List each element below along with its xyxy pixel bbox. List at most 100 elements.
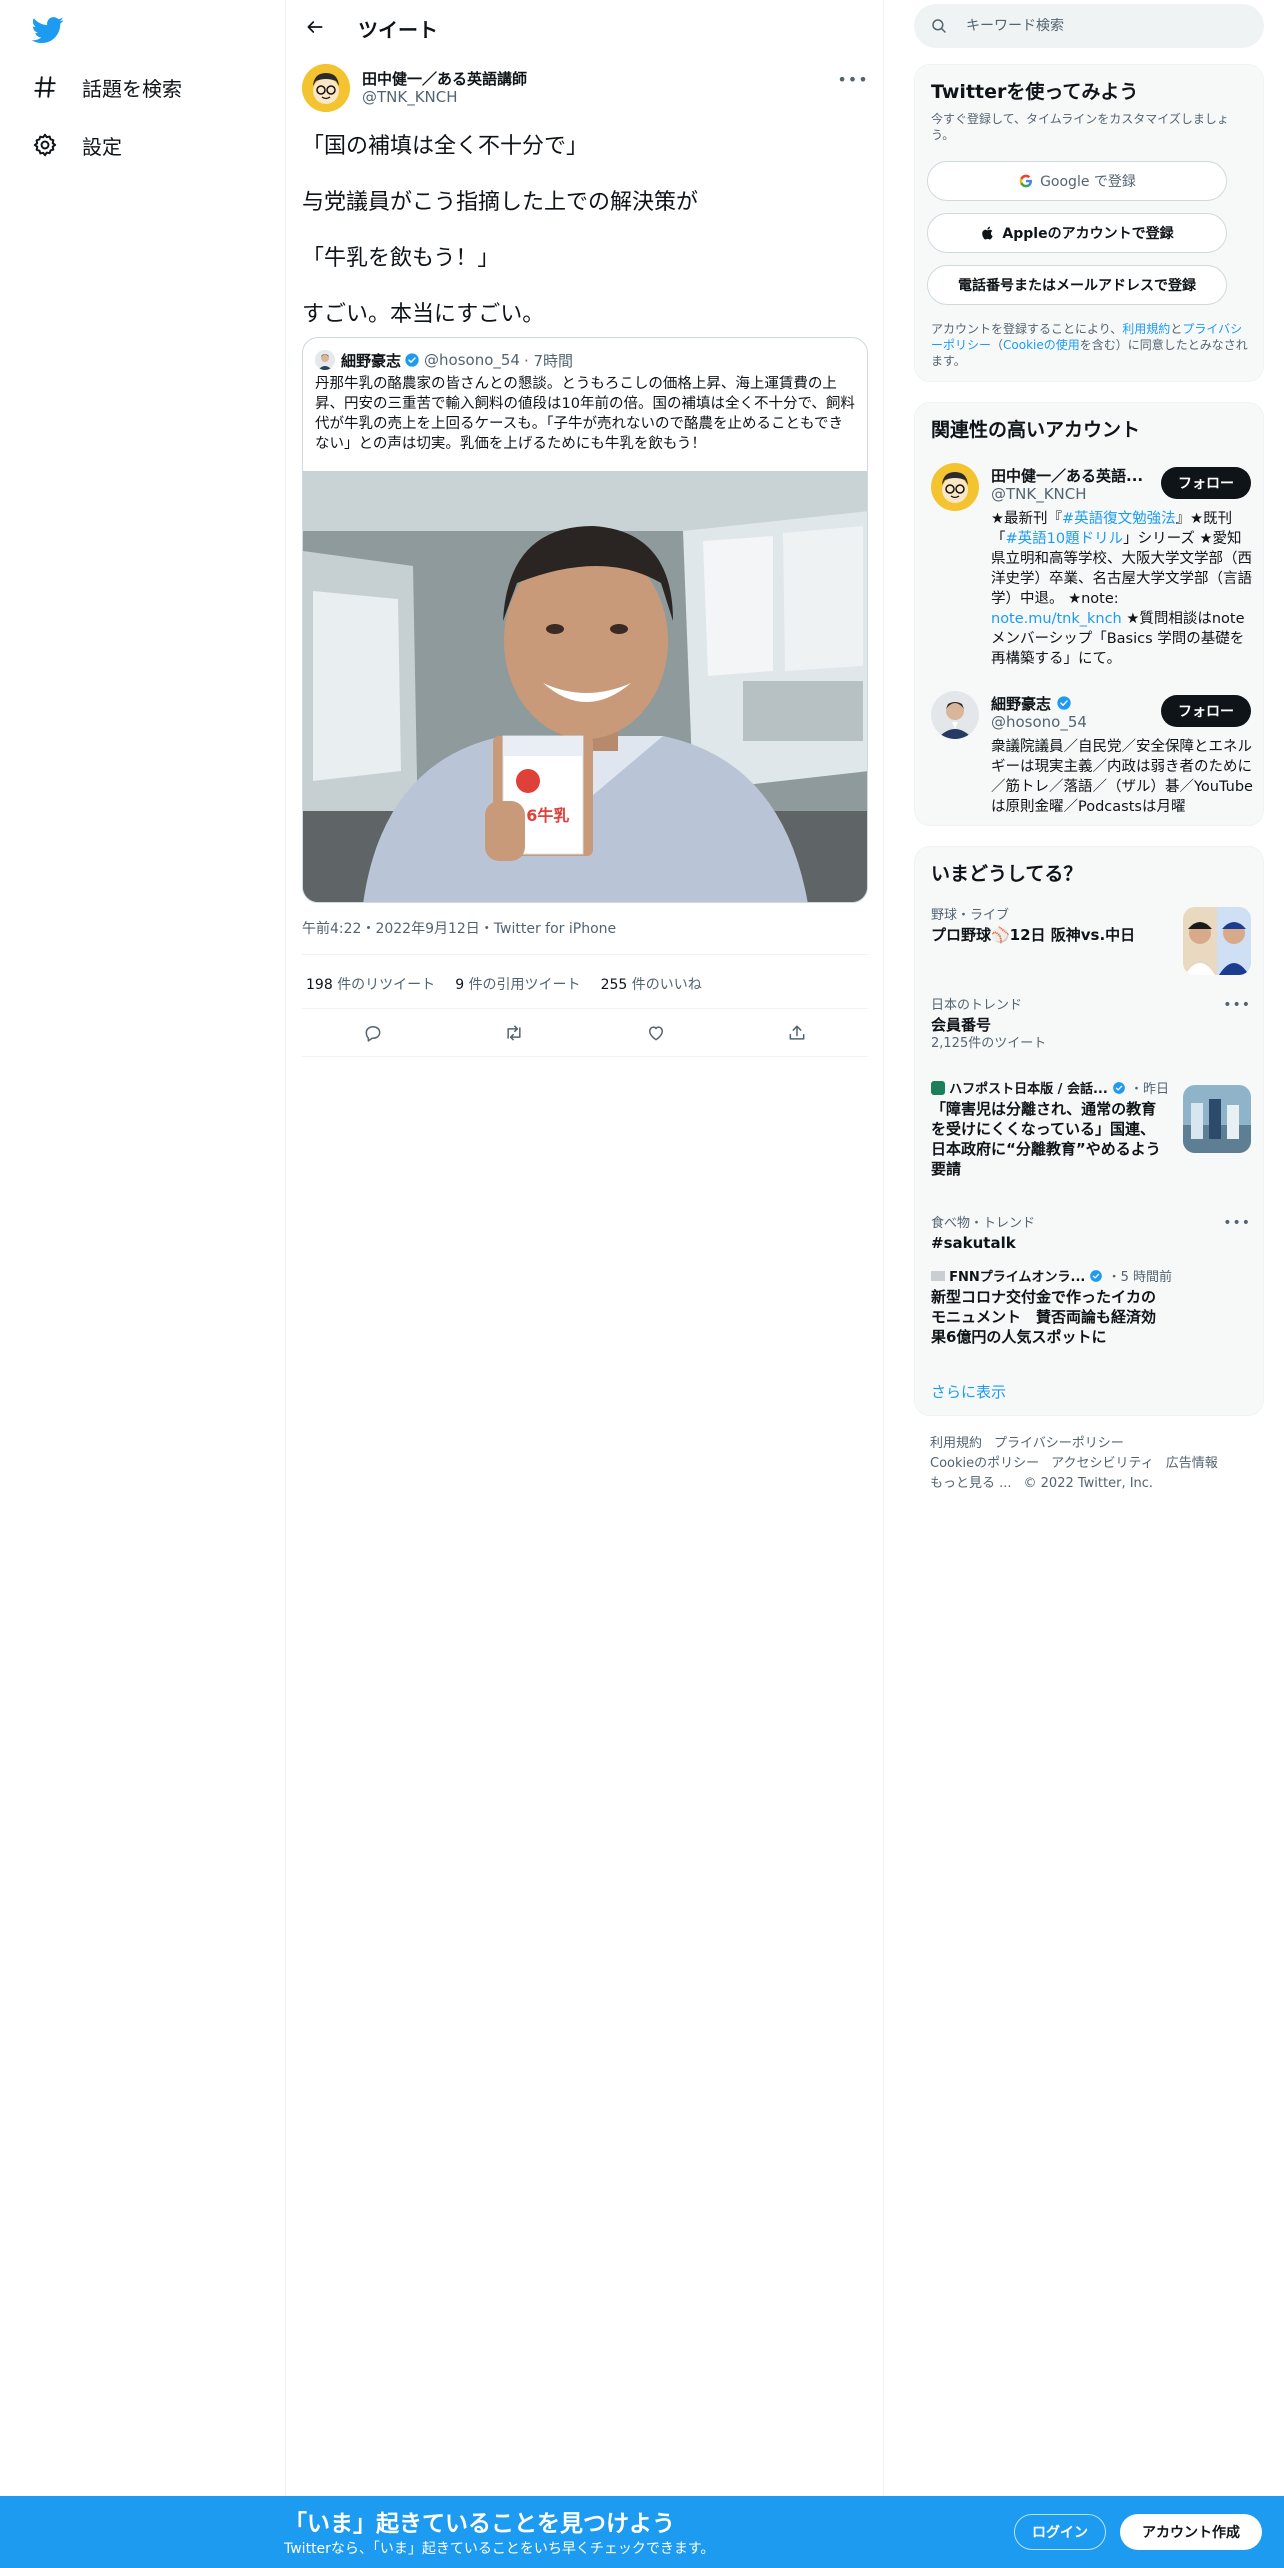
arrow-left-icon xyxy=(307,21,323,33)
note-link[interactable]: note.mu/tnk_knch xyxy=(991,611,1122,627)
quote-number: 9 xyxy=(455,977,465,993)
twitter-bird-icon[interactable] xyxy=(31,14,64,46)
footer-more-link[interactable]: もっと見る ... xyxy=(930,1476,1012,1491)
more-icon[interactable]: ••• xyxy=(837,64,868,94)
legal-text: と xyxy=(1170,322,1183,336)
google-signup-button[interactable]: Google で登録 xyxy=(927,161,1227,201)
source-name: ハフポスト日本版 / 会話... xyxy=(949,1082,1108,1097)
phone-signup-button[interactable]: 電話番号またはメールアドレスで登録 xyxy=(927,265,1227,305)
trend-item[interactable]: ハフポスト日本版 / 会話... ・昨日 「障害児は分離され、通常の教育を受けに… xyxy=(931,1081,1251,1191)
trend-source: FNNプライムオンラ... ・5 時間前 xyxy=(931,1269,1251,1287)
retweet-count[interactable]: 198 件のリツイート xyxy=(302,974,435,994)
footer: 利用規約 プライバシーポリシー Cookieのポリシー アクセシビリティ 広告情報 も… xyxy=(930,1434,1260,1494)
author-handle[interactable]: @TNK_KNCH xyxy=(362,88,458,106)
trend-time: ・5 時間前 xyxy=(1107,1270,1173,1285)
quote-label: 件の引用ツイート xyxy=(468,977,581,993)
quoted-tweet-photo[interactable]: 3.6牛乳 xyxy=(303,471,867,902)
quoted-author-handle: @hosono_54 xyxy=(424,351,520,369)
signup-legal: アカウントを登録することにより、利用規約とプライバシーポリシー（Cookieの使… xyxy=(931,321,1249,369)
author-name[interactable]: 田中健一／ある英語講師 xyxy=(362,68,527,89)
signup-button[interactable]: アカウント作成 xyxy=(1120,2514,1262,2550)
quote-count[interactable]: 9 件の引用ツイート xyxy=(451,974,580,994)
nav-explore-label: 話題を検索 xyxy=(82,76,182,101)
trend-item[interactable]: FNNプライムオンラ... ・5 時間前 新型コロナ交付金で作ったイカのモニュメ… xyxy=(931,1269,1251,1359)
source-logo xyxy=(931,1081,945,1095)
source-logo xyxy=(931,1271,945,1281)
legal-text: （ xyxy=(991,338,1004,352)
hashtag-link[interactable]: #英語10題ドリル xyxy=(1006,531,1124,547)
bottom-bar-title: 「いま」起きていることを見つけよう xyxy=(284,2511,675,2537)
page-title: ツイート xyxy=(358,18,438,42)
signup-subtitle: 今すぐ登録して、タイムラインをカスタマイズしましょう。 xyxy=(931,112,1229,142)
divider xyxy=(302,1056,868,1057)
apple-icon xyxy=(982,226,994,240)
trend-item[interactable]: 食べ物・トレンド #sakutalk ••• xyxy=(931,1215,1251,1265)
phone-signup-label: 電話番号またはメールアドレスで登録 xyxy=(958,278,1196,294)
nav-settings-label: 設定 xyxy=(82,134,122,159)
retweet-number: 198 xyxy=(306,977,333,993)
quoted-tweet[interactable]: 細野豪志 @hosono_54 · 7時間 丹那牛乳の酪農家の皆さんとの懇談。と… xyxy=(302,337,868,903)
footer-link[interactable]: 利用規約 xyxy=(930,1436,982,1451)
more-icon[interactable]: ••• xyxy=(1223,1215,1251,1231)
trend-title: 新型コロナ交付金で作ったイカのモニュメント 賛否両論も経済効果6億円の人気スポッ… xyxy=(931,1288,1157,1346)
verified-badge-icon xyxy=(1113,1082,1125,1094)
trend-item[interactable]: 日本のトレンド 会員番号 2,125件のツイート ••• xyxy=(931,997,1251,1057)
avatar xyxy=(931,691,979,739)
follow-button[interactable]: フォロー xyxy=(1161,695,1251,727)
left-nav: 話題を検索 設定 xyxy=(0,0,286,2568)
signup-title: Twitterを使ってみよう xyxy=(931,81,1139,103)
verified-badge-icon xyxy=(405,353,419,367)
retweet-label: 件のリツイート xyxy=(337,977,436,993)
quoted-time: · 7時間 xyxy=(523,351,574,370)
trend-title: #sakutalk xyxy=(931,1234,1016,1252)
related-account[interactable]: 田中健一／ある英語... @TNK_KNCH フォロー ★最新刊『#英語復文勉強… xyxy=(931,463,1252,667)
right-sidebar: Twitterを使ってみよう 今すぐ登録して、タイムラインをカスタマイズしましょ… xyxy=(884,0,1284,2568)
footer-link[interactable]: 広告情報 xyxy=(1166,1456,1218,1471)
nav-explore[interactable]: 話題を検索 xyxy=(32,65,182,109)
related-account[interactable]: 細野豪志 @hosono_54 フォロー 衆議院議員／自民党／安全保障とエネルギ… xyxy=(931,691,1253,817)
bottom-bar-subtitle: Twitterなら、「いま」起きていることをいち早くチェックできます。 xyxy=(284,2541,715,2557)
like-count[interactable]: 255 件のいいね xyxy=(597,974,702,994)
share-button[interactable] xyxy=(780,1016,814,1050)
tweet-actions xyxy=(302,1016,868,1050)
follow-button[interactable]: フォロー xyxy=(1161,467,1251,499)
trend-item[interactable]: 野球・ライブ プロ野球⚾12日 阪神vs.中日 xyxy=(931,907,1251,977)
account-handle: @hosono_54 xyxy=(991,713,1087,731)
terms-link[interactable]: 利用規約 xyxy=(1122,322,1170,336)
search-input[interactable] xyxy=(966,18,1246,34)
nav-settings[interactable]: 設定 xyxy=(32,123,122,167)
google-signup-label: Google で登録 xyxy=(1040,174,1136,190)
login-button[interactable]: ログイン xyxy=(1014,2514,1106,2550)
divider xyxy=(302,1008,868,1009)
footer-link[interactable]: Cookieのポリシー xyxy=(930,1456,1039,1471)
reply-button[interactable] xyxy=(356,1016,390,1050)
apple-signup-button[interactable]: Appleのアカウントで登録 xyxy=(927,213,1227,253)
reply-icon xyxy=(365,1026,381,1042)
like-button[interactable] xyxy=(639,1016,673,1050)
related-title: 関連性の高いアカウント xyxy=(931,419,1141,441)
retweet-button[interactable] xyxy=(497,1016,531,1050)
trend-count: 2,125件のツイート xyxy=(931,1036,1047,1051)
tweet-author: 田中健一／ある英語講師 @TNK_KNCH ••• xyxy=(302,64,868,114)
quoted-tweet-text: 丹那牛乳の酪農家の皆さんとの懇談。とうもろこしの価格上昇、海上運賃費の上昇、円安… xyxy=(315,376,855,452)
hashtag-link[interactable]: #英語復文勉強法 xyxy=(1062,511,1176,527)
like-number: 255 xyxy=(600,977,628,993)
footer-link[interactable]: アクセシビリティ xyxy=(1051,1456,1154,1471)
gear-icon xyxy=(33,133,57,157)
avatar[interactable] xyxy=(302,64,350,112)
avatar xyxy=(931,463,979,511)
footer-link[interactable]: プライバシーポリシー xyxy=(994,1436,1124,1451)
avatar xyxy=(315,350,335,370)
trend-category: 日本のトレンド xyxy=(931,998,1023,1013)
tweet-text-line: 「牛乳を飲もう！」 xyxy=(302,246,500,271)
google-icon xyxy=(1019,174,1033,188)
show-more-link[interactable]: さらに表示 xyxy=(931,1381,1006,1402)
back-button[interactable] xyxy=(298,10,332,44)
main-column: ツイート 田中健一／ある英語講師 @TNK_KNCH ••• 「国の補填は全く不… xyxy=(286,0,884,2568)
account-name: 細野豪志 xyxy=(991,693,1151,714)
search-box[interactable] xyxy=(914,4,1264,48)
related-accounts-panel: 関連性の高いアカウント 田中健一／ある英語... @TNK_KNCH フォロー … xyxy=(914,402,1264,826)
tweet-text-line: すごい。本当にすごい。 xyxy=(302,302,545,327)
cookie-link[interactable]: Cookieの使用 xyxy=(1003,338,1080,352)
more-icon[interactable]: ••• xyxy=(1223,997,1251,1013)
